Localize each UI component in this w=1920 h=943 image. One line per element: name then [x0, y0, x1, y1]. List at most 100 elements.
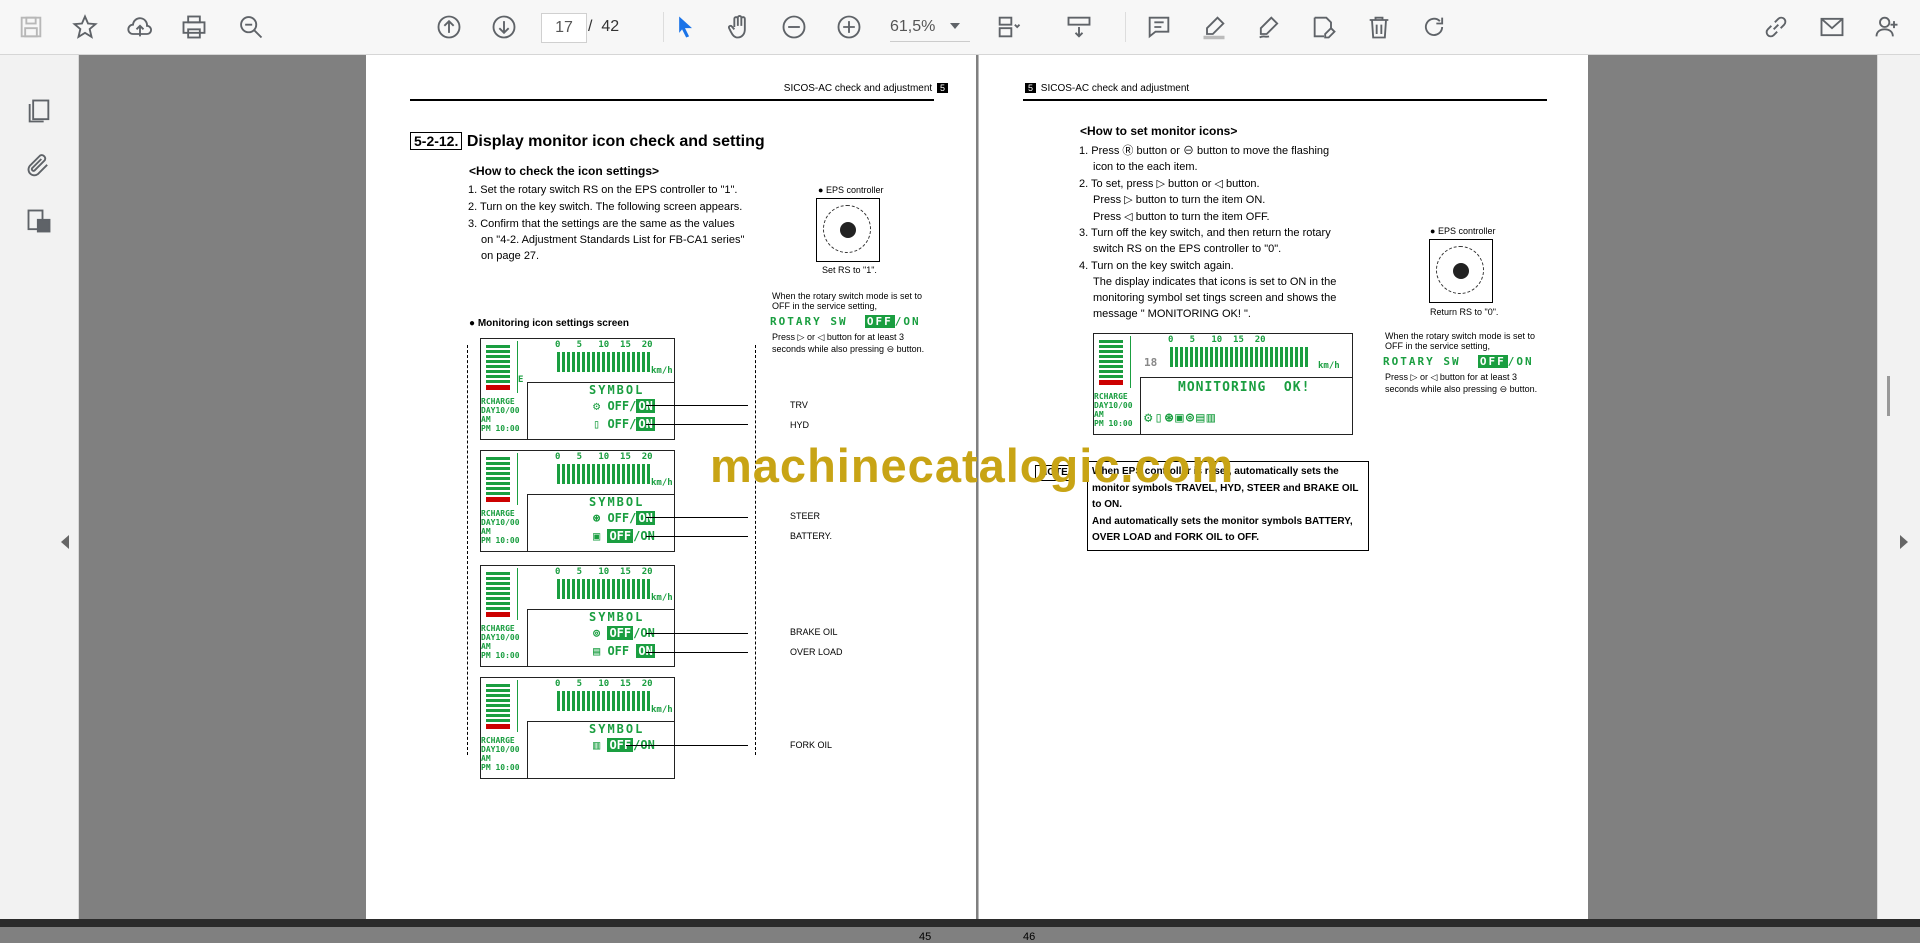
monitoring-title-text: Monitoring icon settings screen [477, 318, 629, 329]
highlight-icon[interactable] [1195, 8, 1233, 46]
redo-icon[interactable] [1415, 8, 1453, 46]
hand-icon[interactable] [720, 8, 758, 46]
subheading: <How to check the icon settings> [469, 164, 660, 178]
header-chapter-number: 5 [936, 83, 948, 93]
divider [1125, 12, 1126, 42]
rotary-note: OFF in the service setting, [1385, 341, 1491, 351]
lcd-screen-monitoring-ok: 0 5 10 15 20 18 km/h MONITORING OK! ⚙▯⊛▣… [1093, 333, 1353, 435]
bookmark-icon[interactable] [66, 8, 104, 46]
step-part: Press [1093, 211, 1122, 223]
scroll-mode-icon[interactable] [1060, 8, 1098, 46]
arrow-down-icon[interactable] [485, 8, 523, 46]
kmh-unit: km/h [651, 593, 673, 603]
gauge-low [1099, 380, 1123, 385]
gauge-bars [486, 345, 510, 385]
am-text: AM [481, 754, 491, 763]
gauge-low [486, 497, 510, 502]
attachment-icon[interactable] [20, 147, 58, 185]
callout-overload: OVER LOAD [790, 647, 843, 657]
zoom-out-icon[interactable] [775, 8, 813, 46]
step-part: button to turn the item ON. [1135, 194, 1266, 206]
steer-setting: ⊛ OFF/ON [593, 511, 655, 525]
speed-scale: 0 5 10 15 20 [555, 452, 653, 462]
callout-steer: STEER [790, 511, 821, 521]
header-rule [410, 99, 934, 101]
step-part: Press [1093, 194, 1122, 206]
collapse-right-arrow-icon[interactable] [1900, 535, 1908, 549]
recharge-text: RCHARGE [481, 397, 515, 406]
add-user-icon[interactable] [1868, 8, 1906, 46]
callout-line [646, 405, 748, 406]
speed-scale: 0 5 10 15 20 [555, 679, 653, 689]
select-cursor-icon[interactable] [666, 8, 704, 46]
callout-trv: TRV [790, 400, 808, 410]
callout-battery: BATTERY. [790, 531, 833, 541]
zoom-in-icon[interactable] [830, 8, 868, 46]
gauge-bars [486, 572, 510, 612]
fuel-gauge [483, 453, 518, 505]
pm-text: PM 10:00 [481, 651, 520, 660]
press-note-part: button. [1509, 384, 1538, 394]
zoom-out-search-icon[interactable] [232, 8, 270, 46]
set-rs-caption: Set RS to "1". [822, 265, 877, 275]
callout-line [646, 652, 748, 653]
day-text: DAY10/00 [1094, 401, 1133, 410]
press-note-part: Press [1385, 372, 1409, 382]
on-text: ON [903, 315, 921, 328]
trv-setting: ⚙ OFF/ON [593, 399, 655, 413]
chevron-down-icon[interactable] [950, 23, 960, 29]
recharge-text: RCHARGE [481, 736, 515, 745]
rotary-switch-dial [1429, 239, 1493, 303]
on-highlight: ON [636, 399, 655, 413]
step: 1. Press Ⓡ button or ⊖ button to move th… [1079, 145, 1330, 157]
press-note: Press ▷ or ◁ button for at least 3 [772, 332, 904, 342]
symbol-text: SYMBOL [589, 495, 645, 509]
page-number-input[interactable]: 17 [541, 13, 587, 43]
thumbnails-icon[interactable] [20, 92, 58, 130]
page-count: / 42 [588, 18, 619, 36]
save-icon[interactable] [12, 8, 50, 46]
rotary-switch-dial [816, 198, 880, 262]
lcd-status-left: RCHARGE DAY10/00 AM PM 10:00 [481, 624, 520, 660]
lcd-status-left: RCHARGE DAY10/00 AM PM 10:00 [481, 509, 520, 545]
section-title: Display monitor icon check and setting [466, 133, 765, 150]
delete-icon[interactable] [1360, 8, 1398, 46]
eps-label: ● EPS controller [818, 185, 884, 195]
upload-icon[interactable] [121, 8, 159, 46]
pm-text: PM 10:00 [1094, 419, 1133, 428]
draw-icon[interactable] [1250, 8, 1288, 46]
fuel-gauge [483, 341, 518, 393]
callout-brake-oil: BRAKE OIL [790, 627, 838, 637]
step-part: 1. Press [1079, 145, 1120, 157]
mail-icon[interactable] [1813, 8, 1851, 46]
press-note-part: button. [896, 344, 925, 354]
return-rs-caption: Return RS to "0". [1430, 307, 1499, 317]
rotary-sw-text: ROTARY SW [1383, 355, 1461, 368]
recharge-text: RCHARGE [481, 509, 515, 518]
step-part: button to turn the item OFF. [1135, 211, 1270, 223]
edit-text-icon[interactable] [1305, 8, 1343, 46]
layers-icon[interactable] [20, 202, 58, 240]
day-text: DAY10/00 [481, 633, 520, 642]
collapse-left-arrow-icon[interactable] [61, 535, 69, 549]
eps-label: ● EPS controller [1430, 226, 1496, 236]
fit-page-icon[interactable] [990, 8, 1028, 46]
arrow-up-icon[interactable] [430, 8, 468, 46]
am-text: AM [481, 642, 491, 651]
fuel-gauge [1096, 336, 1131, 388]
step: message " MONITORING OK! ". [1093, 308, 1251, 320]
step: 3. Confirm that the settings are the sam… [468, 218, 735, 230]
step-part: button or [1167, 178, 1212, 190]
press-note: seconds while also pressing ⊖ button. [1385, 384, 1538, 394]
press-note: Press ▷ or ◁ button for at least 3 [1385, 372, 1517, 382]
step: The display indicates that icons is set … [1093, 276, 1337, 288]
scrollbar-thumb[interactable] [1887, 376, 1890, 416]
speed-bar [557, 691, 652, 711]
link-icon[interactable] [1757, 8, 1795, 46]
speed-bar [557, 464, 652, 484]
section-heading: 5-2-12. Display monitor icon check and s… [410, 129, 765, 154]
fuel-gauge [483, 680, 518, 732]
comment-icon[interactable] [1140, 8, 1178, 46]
step-part: 2. To set, press [1079, 178, 1154, 190]
print-icon[interactable] [175, 8, 213, 46]
